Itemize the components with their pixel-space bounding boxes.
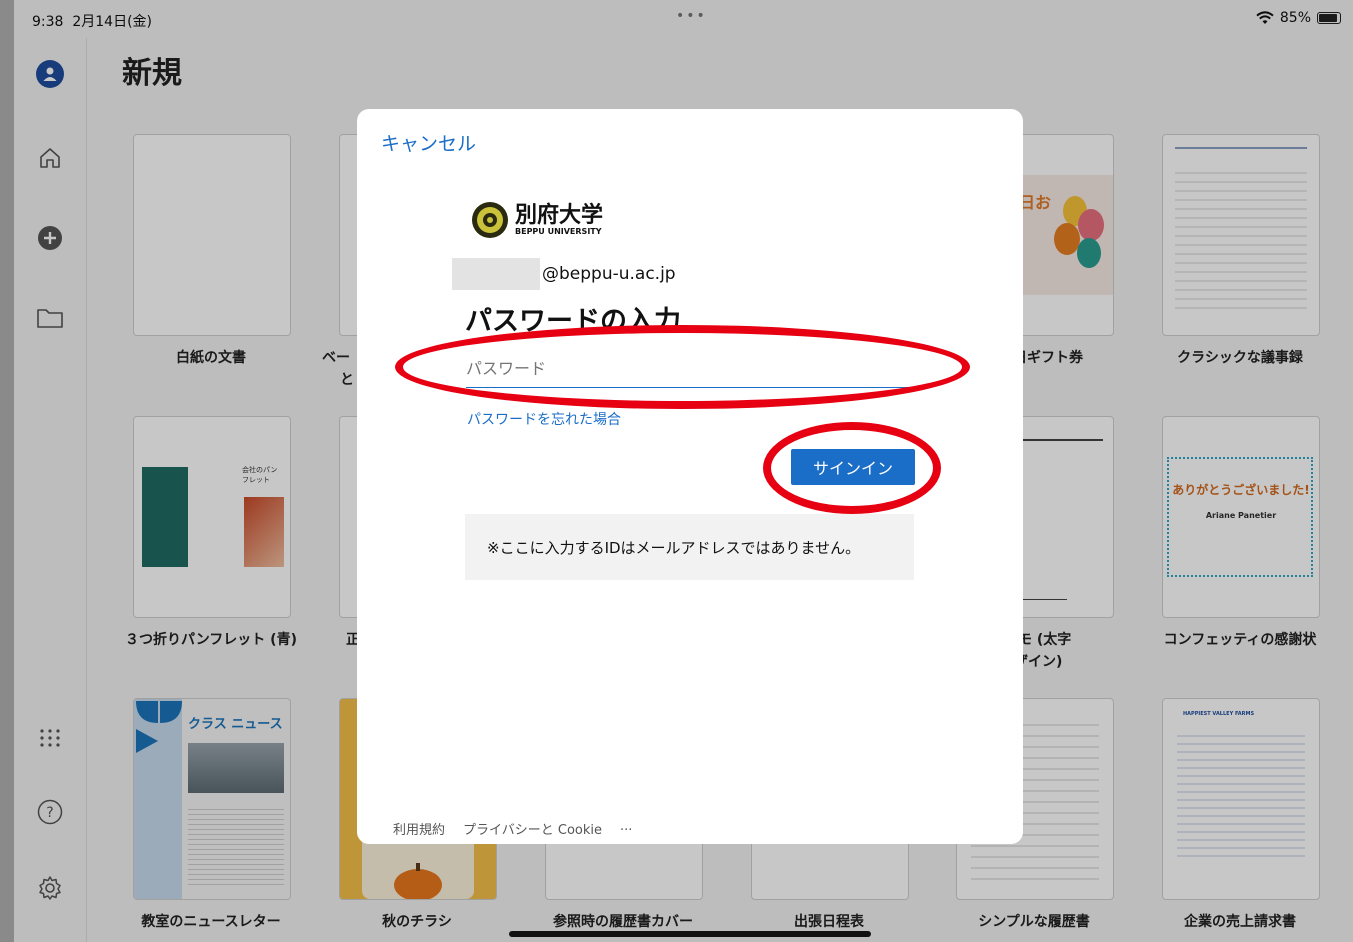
template-label: 秋のチラシ bbox=[382, 914, 452, 930]
notice-text: ※ここに入力するIDはメールアドレスではありません。 bbox=[487, 538, 861, 557]
template-label: 企業の売上請求書 bbox=[1184, 914, 1296, 930]
university-name: 別府大学 bbox=[515, 202, 604, 228]
template-blank-document[interactable] bbox=[133, 134, 291, 336]
thanks-name: Ariane Panetier bbox=[1205, 511, 1277, 520]
balloons-icon bbox=[1054, 196, 1104, 268]
new-plus-icon[interactable] bbox=[36, 224, 64, 252]
template-classic-minutes[interactable] bbox=[1162, 134, 1320, 336]
newsletter-photo bbox=[188, 743, 284, 793]
battery-icon bbox=[1317, 12, 1341, 24]
battery-percent: 85% bbox=[1279, 10, 1311, 26]
app-screen: 9:38 2月14日(金) ••• 85% ? 新規 白紙の文書 ベー と 日お… bbox=[14, 0, 1353, 942]
svg-text:?: ? bbox=[46, 805, 53, 821]
template-label: と bbox=[340, 372, 354, 388]
thanks-title: ありがとうございました! bbox=[1172, 483, 1310, 497]
newsletter-text-lines bbox=[188, 805, 284, 885]
invoice-title: HAPPIEST VALLEY FARMS bbox=[1183, 711, 1255, 717]
doc-line bbox=[1175, 147, 1307, 149]
template-label: シンプルな履歴書 bbox=[978, 914, 1090, 930]
page-title: 新規 bbox=[122, 56, 182, 91]
folder-icon[interactable] bbox=[36, 304, 64, 332]
sidebar: ? bbox=[14, 38, 87, 942]
pamphlet-text: 会社のパンフレット bbox=[242, 466, 278, 484]
template-label: コンフェッティの感謝状 bbox=[1163, 632, 1317, 648]
template-label: 参照時の履歴書カバー bbox=[553, 914, 693, 930]
university-wordmark: 別府大学 BEPPU UNIVERSITY bbox=[515, 202, 604, 236]
status-bar: 9:38 2月14日(金) ••• 85% bbox=[14, 0, 1353, 38]
status-right: 85% bbox=[1256, 10, 1341, 26]
help-icon[interactable]: ? bbox=[36, 798, 64, 826]
privacy-link[interactable]: プライバシーと Cookie bbox=[463, 819, 602, 838]
status-time: 9:38 2月14日(金) bbox=[32, 14, 153, 30]
home-indicator[interactable] bbox=[509, 931, 871, 937]
newsletter-shapes bbox=[136, 701, 182, 753]
invoice-table bbox=[1177, 729, 1305, 859]
notice-box: ※ここに入力するIDはメールアドレスではありません。 bbox=[465, 514, 914, 580]
template-label: ザイン) bbox=[1014, 654, 1063, 670]
template-label: 教室のニュースレター bbox=[141, 914, 281, 930]
more-options-button[interactable]: ... bbox=[620, 819, 632, 838]
pamphlet-panel bbox=[142, 467, 188, 567]
multitask-dots[interactable]: ••• bbox=[676, 8, 707, 24]
wifi-icon bbox=[1256, 11, 1274, 24]
dialog-footer: 利用規約 プライバシーと Cookie ... bbox=[393, 819, 632, 838]
pumpkin-icon bbox=[394, 863, 442, 899]
email-domain: @beppu-u.ac.jp bbox=[542, 264, 676, 284]
newsletter-title: クラス ニュース bbox=[188, 717, 283, 732]
annotation-oval-password bbox=[395, 325, 970, 409]
settings-gear-icon[interactable] bbox=[36, 874, 64, 902]
university-name-en: BEPPU UNIVERSITY bbox=[515, 226, 602, 236]
template-label: ベー bbox=[322, 350, 350, 366]
template-label: 出張日程表 bbox=[794, 914, 864, 930]
annotation-oval-signin bbox=[763, 422, 941, 514]
template-class-newsletter[interactable]: クラス ニュース bbox=[133, 698, 291, 900]
template-trifold-blue[interactable]: 会社のパンフレット bbox=[133, 416, 291, 618]
person-icon bbox=[43, 67, 57, 81]
apps-grid-icon[interactable] bbox=[36, 724, 64, 752]
template-label: クラシックな議事録 bbox=[1177, 350, 1303, 366]
template-confetti-thanks[interactable]: ありがとうございました! Ariane Panetier bbox=[1162, 416, 1320, 618]
terms-link[interactable]: 利用規約 bbox=[393, 819, 445, 838]
account-avatar[interactable] bbox=[36, 60, 64, 88]
template-sales-invoice[interactable]: HAPPIEST VALLEY FARMS bbox=[1162, 698, 1320, 900]
redacted-username bbox=[452, 258, 540, 290]
university-emblem-icon bbox=[472, 202, 508, 238]
doc-lines bbox=[1175, 165, 1307, 315]
template-label: 正 bbox=[346, 632, 360, 648]
cancel-button[interactable]: キャンセル bbox=[381, 129, 476, 156]
forgot-password-link[interactable]: パスワードを忘れた場合 bbox=[467, 409, 621, 429]
pamphlet-photo bbox=[244, 497, 284, 567]
account-email: @beppu-u.ac.jp bbox=[452, 258, 676, 290]
university-logo: 別府大学 BEPPU UNIVERSITY bbox=[471, 201, 603, 239]
avatar[interactable] bbox=[36, 60, 64, 88]
home-icon[interactable] bbox=[36, 144, 64, 172]
